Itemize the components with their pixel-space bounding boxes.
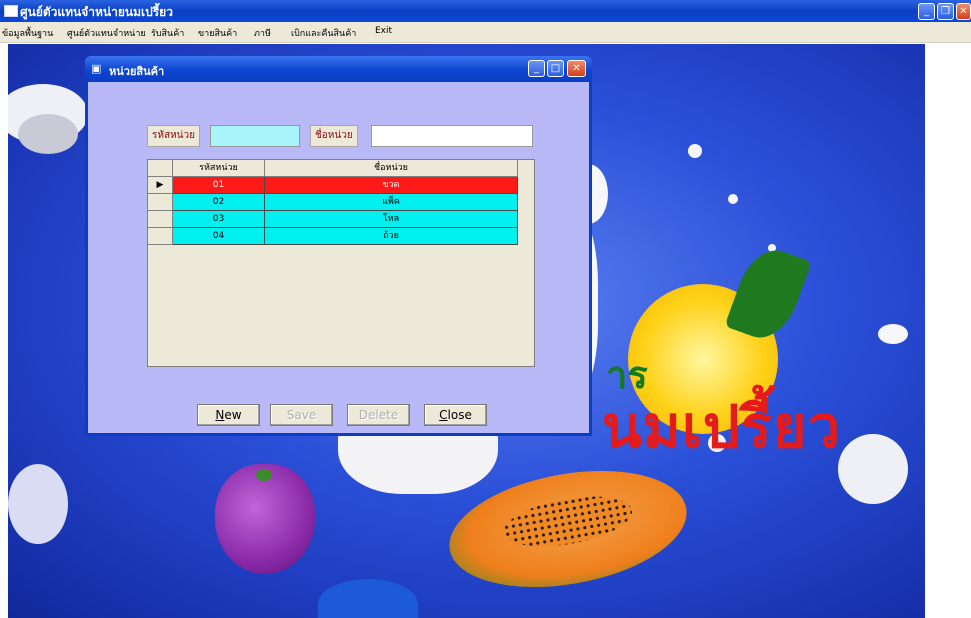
row-selector[interactable] xyxy=(148,211,173,228)
table-cell-code[interactable]: 01 xyxy=(173,177,265,194)
row-selector-current[interactable]: ▶ xyxy=(148,177,173,194)
new-button[interactable]: New xyxy=(197,404,260,426)
menu-bar: ข้อมูลพื้นฐาน ศูนย์ตัวแทนจำหน่าย รับสินค… xyxy=(0,22,971,43)
milk-splash xyxy=(838,434,908,504)
menu-item-basic-data[interactable]: ข้อมูลพื้นฐาน xyxy=(2,26,53,40)
milk-splash xyxy=(8,464,68,544)
table-cell-code[interactable]: 02 xyxy=(173,194,265,211)
table-cell-code[interactable]: 04 xyxy=(173,228,265,245)
table-cell-name[interactable]: แพ็ค xyxy=(265,194,518,211)
milk-drop xyxy=(728,194,738,204)
close-button[interactable]: Close xyxy=(424,404,487,426)
row-selector[interactable] xyxy=(148,228,173,245)
form-icon: ▣ xyxy=(91,62,102,75)
unit-code-label: รหัสหน่วย xyxy=(147,125,200,147)
palm-silhouette xyxy=(318,579,418,618)
close-icon[interactable]: ✕ xyxy=(956,3,971,20)
grid-corner xyxy=(148,160,173,177)
unit-name-input[interactable] xyxy=(371,125,533,147)
dialog-body: รหัสหน่วย ชื่อหน่วย รหัสหน่วย ชื่อหน่วย … xyxy=(88,82,589,433)
minimize-icon[interactable]: _ xyxy=(918,3,935,20)
menu-item-tax[interactable]: ภาษี xyxy=(254,26,271,40)
main-title-bar: ศูนย์ตัวแทนจำหน่ายนมเปรี้ยว _ ❐ ✕ xyxy=(0,0,971,22)
menu-item-withdraw-return[interactable]: เบิกและคืนสินค้า xyxy=(291,26,356,40)
milk-drop xyxy=(688,144,702,158)
units-dialog: ▣ หน่วยสินค้า _ □ ✕ รหัสหน่วย ชื่อหน่วย … xyxy=(85,56,592,436)
app-icon xyxy=(4,5,18,17)
restore-icon[interactable]: ❐ xyxy=(937,3,954,20)
dialog-minimize-icon[interactable]: _ xyxy=(528,60,545,77)
row-selector[interactable] xyxy=(148,194,173,211)
background-text-bottom: นมเปรี้ยว xyxy=(602,393,842,461)
unit-code-input[interactable] xyxy=(210,125,300,147)
column-header-unit-name[interactable]: ชื่อหน่วย xyxy=(265,160,518,177)
pineapple-leaves xyxy=(724,241,812,347)
milk-drop xyxy=(878,324,908,344)
table-cell-code[interactable]: 03 xyxy=(173,211,265,228)
dialog-title-bar[interactable]: ▣ หน่วยสินค้า _ □ ✕ xyxy=(85,56,592,82)
grape-stem xyxy=(256,469,272,481)
menu-item-exit[interactable]: Exit xyxy=(375,26,392,36)
table-cell-name[interactable]: โหล xyxy=(265,211,518,228)
milk-splash xyxy=(18,114,78,154)
table-cell-name[interactable]: ถ้วย xyxy=(265,228,518,245)
dialog-maximize-icon[interactable]: □ xyxy=(547,60,564,77)
column-header-unit-code[interactable]: รหัสหน่วย xyxy=(173,160,265,177)
delete-button[interactable]: Delete xyxy=(347,404,410,426)
dialog-close-icon[interactable]: ✕ xyxy=(567,60,586,77)
save-button[interactable]: Save xyxy=(270,404,333,426)
unit-name-label: ชื่อหน่วย xyxy=(310,125,358,147)
new-button-label: ew xyxy=(224,408,242,422)
table-cell-name[interactable]: ขวด xyxy=(265,177,518,194)
close-button-mnemonic: C xyxy=(439,408,448,422)
menu-item-distributor-center[interactable]: ศูนย์ตัวแทนจำหน่าย xyxy=(67,26,146,40)
menu-item-sell-goods[interactable]: ขายสินค้า xyxy=(198,26,237,40)
dialog-title: หน่วยสินค้า xyxy=(109,65,165,78)
close-button-label: lose xyxy=(447,408,472,422)
main-window-title: ศูนย์ตัวแทนจำหน่ายนมเปรี้ยว xyxy=(20,5,173,19)
menu-item-receive-goods[interactable]: รับสินค้า xyxy=(151,26,184,40)
units-grid[interactable]: รหัสหน่วย ชื่อหน่วย ▶ 01 ขวด 02 แพ็ค 03 … xyxy=(147,159,535,367)
